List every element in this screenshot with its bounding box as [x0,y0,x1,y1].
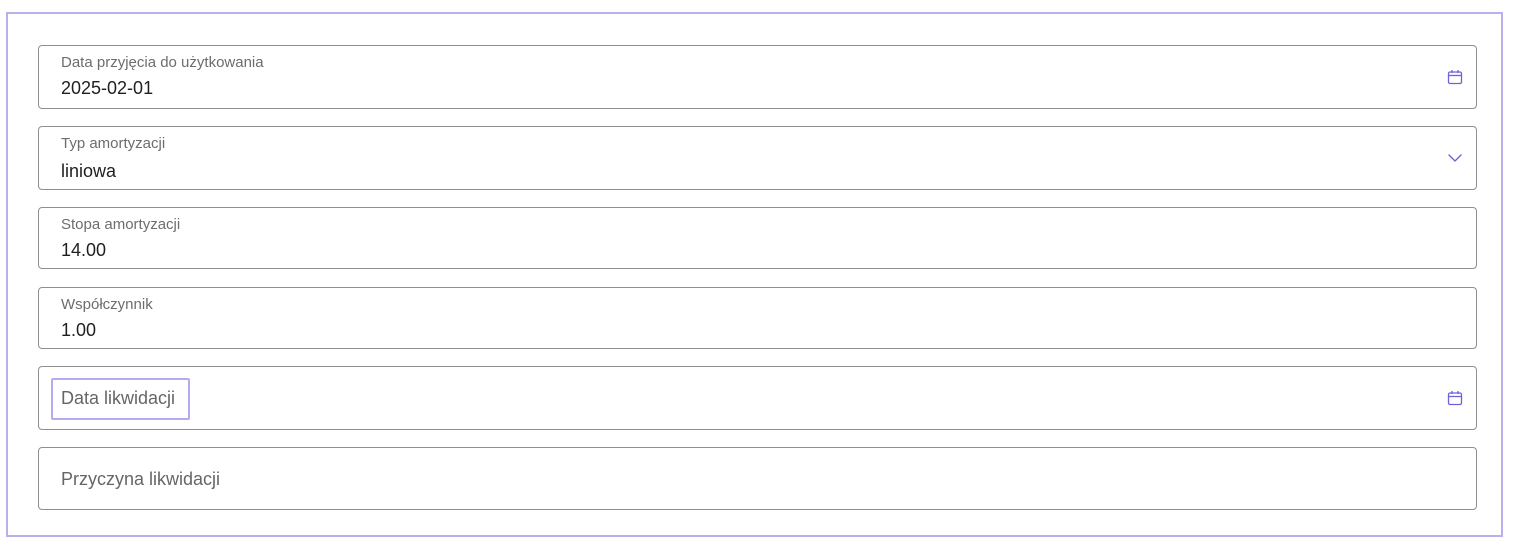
acceptance-date-value: 2025-02-01 [61,78,154,98]
form-panel: Data przyjęcia do użytkowania 2025-02-01… [6,12,1503,537]
acceptance-date-field[interactable]: Data przyjęcia do użytkowania 2025-02-01 [38,45,1477,109]
coefficient-value: 1.00 [61,320,97,340]
acceptance-date-label: Data przyjęcia do użytkowania [61,54,264,71]
liquidation-reason-placeholder: Przyczyna likwidacji [61,469,221,489]
calendar-icon[interactable] [1446,68,1464,86]
depreciation-type-select[interactable]: Typ amortyzacji liniowa [38,126,1477,190]
depreciation-rate-field[interactable]: Stopa amortyzacji 14.00 [38,207,1477,269]
depreciation-type-label: Typ amortyzacji [61,135,166,152]
liquidation-reason-field[interactable]: Przyczyna likwidacji [38,447,1477,510]
depreciation-rate-label: Stopa amortyzacji [61,216,181,233]
chevron-down-icon[interactable] [1446,149,1464,167]
depreciation-type-value: liniowa [61,161,117,181]
depreciation-rate-value: 14.00 [61,240,107,260]
liquidation-date-field[interactable]: Data likwidacji [38,366,1477,430]
calendar-icon[interactable] [1446,389,1464,407]
coefficient-label: Współczynnik [61,296,153,313]
coefficient-field[interactable]: Współczynnik 1.00 [38,287,1477,349]
liquidation-date-placeholder: Data likwidacji [61,388,176,408]
